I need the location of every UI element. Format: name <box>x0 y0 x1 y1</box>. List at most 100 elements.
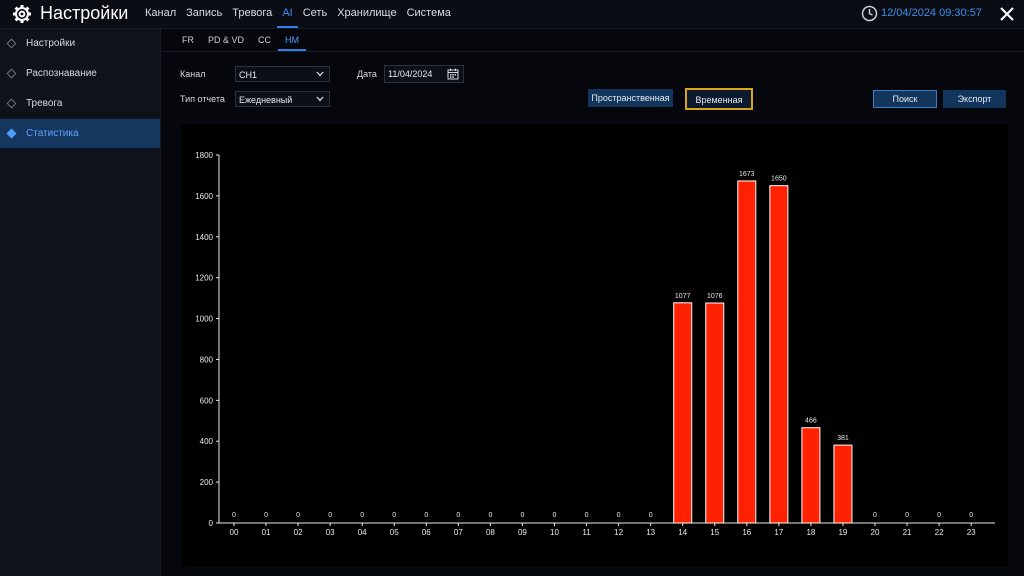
nav-storage[interactable]: Хранилище <box>332 0 401 28</box>
x-tick-label: 08 <box>486 528 495 537</box>
data-label: 0 <box>585 512 589 519</box>
chevron-down-icon <box>316 71 324 77</box>
nav-system[interactable]: Система <box>402 0 456 28</box>
data-label: 0 <box>328 512 332 519</box>
x-tick-label: 16 <box>742 528 751 537</box>
date-field[interactable]: 11/04/2024 <box>384 65 464 83</box>
x-tick-label: 18 <box>806 528 815 537</box>
data-label: 0 <box>873 512 877 519</box>
x-tick-label: 06 <box>422 528 431 537</box>
nav-ai[interactable]: AI <box>277 0 299 28</box>
data-label: 1673 <box>739 171 755 178</box>
y-tick-label: 1400 <box>195 233 213 242</box>
clock-icon <box>861 5 878 22</box>
y-tick-label: 800 <box>200 355 214 364</box>
y-tick-label: 200 <box>200 478 214 487</box>
sidebar-item-alarm[interactable]: Тревога <box>0 89 160 119</box>
data-label: 0 <box>969 512 973 519</box>
chart-panel: 0 200 400 600 800 1000 1200 1400 1600 1800 00 0 01 0 0… <box>182 124 1008 566</box>
bar <box>833 444 853 524</box>
tab-hm[interactable]: HM <box>278 30 307 51</box>
y-tick-label: 1600 <box>195 192 213 201</box>
data-label: 0 <box>617 512 621 519</box>
x-tick-label: 12 <box>614 528 623 537</box>
nav-channel[interactable]: Канал <box>140 0 181 28</box>
data-label: 0 <box>905 512 909 519</box>
x-tick-label: 15 <box>710 528 719 537</box>
x-tick-label: 01 <box>262 528 271 537</box>
sidebar-item-label: Статистика <box>26 128 79 139</box>
y-tick-label: 600 <box>200 396 214 405</box>
channel-label: Канал <box>180 69 206 79</box>
top-nav: Канал Запись Тревога AI Сеть Хранилище С… <box>140 0 456 28</box>
sidebar: Настройки Распознавание Тревога Статисти… <box>0 29 161 576</box>
report-type-value: Ежедневный <box>239 95 293 105</box>
x-tick-label: 10 <box>550 528 559 537</box>
sidebar-item-label: Распознавание <box>26 68 97 79</box>
diamond-icon <box>6 128 17 139</box>
data-label: 0 <box>488 512 492 519</box>
data-label: 0 <box>296 512 300 519</box>
y-tick-label: 1200 <box>195 274 213 283</box>
data-label: 0 <box>520 512 524 519</box>
datetime: 12/04/2024 09:30:57 <box>881 7 982 19</box>
data-label: 0 <box>553 512 557 519</box>
data-label: 1077 <box>675 293 691 300</box>
sidebar-item-statistics[interactable]: Статистика <box>0 119 160 149</box>
x-tick-label: 14 <box>678 528 687 537</box>
tab-pd-vd[interactable]: PD & VD <box>201 30 251 50</box>
sidebar-item-recognition[interactable]: Распознавание <box>0 59 160 89</box>
data-label: 381 <box>837 435 849 442</box>
bar <box>737 180 757 524</box>
diamond-icon <box>6 38 17 49</box>
close-icon[interactable] <box>998 5 1016 23</box>
x-tick-label: 05 <box>390 528 399 537</box>
data-label: 0 <box>392 512 396 519</box>
y-tick-label: 1800 <box>195 151 213 160</box>
report-type-select[interactable]: Ежедневный <box>235 91 330 107</box>
x-tick-label: 07 <box>454 528 463 537</box>
x-tick-label: 03 <box>326 528 335 537</box>
channel-value: CH1 <box>239 70 258 80</box>
data-label: 0 <box>360 512 364 519</box>
nav-record[interactable]: Запись <box>181 0 227 28</box>
x-tick-label: 20 <box>871 528 880 537</box>
divider <box>162 51 1024 52</box>
y-tick-label: 1000 <box>195 315 213 324</box>
data-label: 0 <box>424 512 428 519</box>
diamond-icon <box>6 98 17 109</box>
x-tick-label: 22 <box>935 528 944 537</box>
x-tick-label: 21 <box>903 528 912 537</box>
top-bar: Настройки Канал Запись Тревога AI Сеть Х… <box>0 0 1024 29</box>
bar <box>673 302 693 524</box>
tab-fr[interactable]: FR <box>175 30 201 50</box>
subtabs: FR PD & VD CC HM <box>175 30 307 51</box>
data-label: 466 <box>805 418 817 425</box>
x-tick-label: 09 <box>518 528 527 537</box>
temporal-button[interactable]: Временная <box>685 88 753 110</box>
page-title: Настройки <box>40 3 129 23</box>
x-tick-label: 13 <box>646 528 655 537</box>
sidebar-item-settings[interactable]: Настройки <box>0 29 160 59</box>
nav-alarm[interactable]: Тревога <box>227 0 277 28</box>
spatial-button[interactable]: Пространственная <box>588 89 673 107</box>
search-button[interactable]: Поиск <box>873 90 937 108</box>
x-tick-label: 17 <box>774 528 783 537</box>
data-label: 0 <box>232 512 236 519</box>
data-label: 0 <box>937 512 941 519</box>
date-value: 11/04/2024 <box>388 69 433 79</box>
calendar-icon[interactable] <box>447 68 459 80</box>
data-label: 0 <box>456 512 460 519</box>
sidebar-item-label: Тревога <box>26 98 63 109</box>
export-button[interactable]: Экспорт <box>943 90 1006 108</box>
nav-network[interactable]: Сеть <box>298 0 332 28</box>
data-label: 0 <box>264 512 268 519</box>
channel-select[interactable]: CH1 <box>235 66 330 82</box>
gear-icon <box>13 5 31 23</box>
tab-cc[interactable]: CC <box>251 30 278 50</box>
chevron-down-icon <box>316 96 324 102</box>
date-label: Дата <box>357 69 377 79</box>
y-tick-label: 0 <box>209 519 214 528</box>
x-tick-label: 04 <box>358 528 367 537</box>
x-tick-label: 19 <box>838 528 847 537</box>
